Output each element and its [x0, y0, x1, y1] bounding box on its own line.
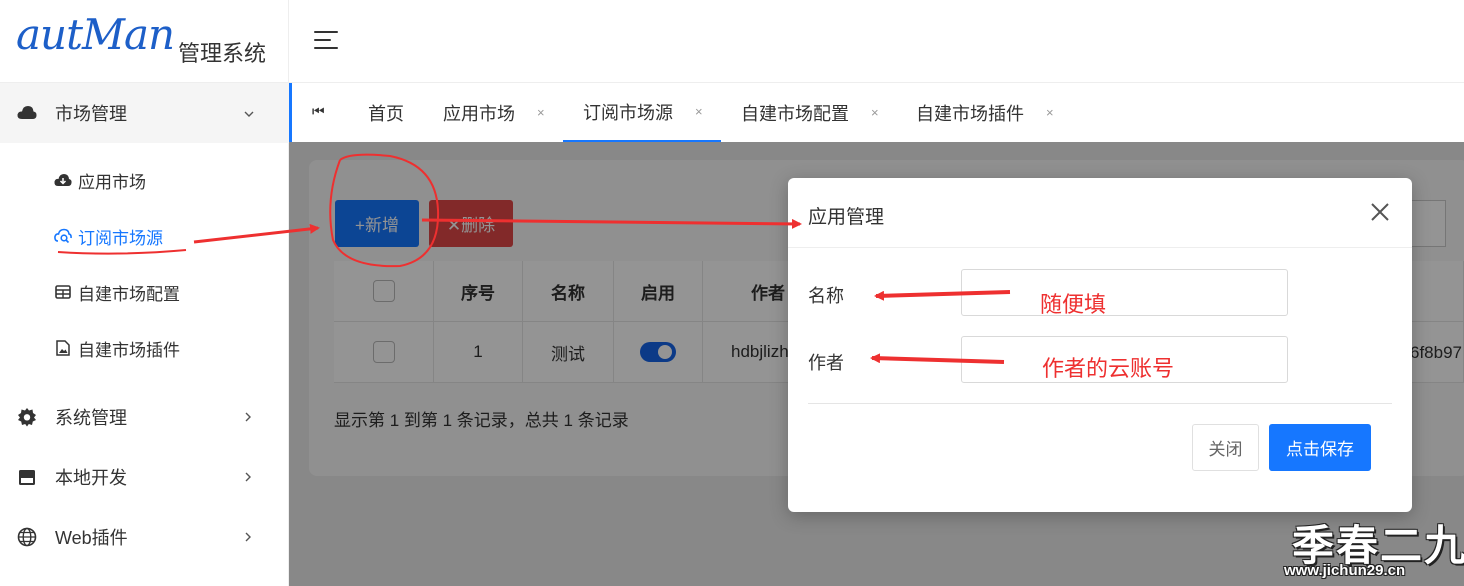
- cloud-search-icon: [54, 227, 72, 245]
- menu-toggle-icon[interactable]: [314, 28, 340, 52]
- chevron-down-icon: [244, 106, 254, 121]
- tab-label: 自建市场配置: [741, 103, 849, 124]
- tab-close-icon[interactable]: ×: [1046, 105, 1054, 120]
- sidebar-item-custom-market-config[interactable]: 自建市场配置: [0, 264, 289, 320]
- sidebar-group-label: 市场管理: [55, 104, 127, 124]
- tab-label: 订阅市场源: [583, 102, 673, 123]
- dialog-header: 应用管理: [788, 178, 1412, 248]
- chevron-right-icon: [244, 410, 252, 425]
- save-button[interactable]: 点击保存: [1269, 424, 1371, 471]
- logo: autMan 管理系统: [0, 0, 289, 83]
- close-icon[interactable]: [1368, 200, 1394, 226]
- globe-icon: [16, 526, 38, 548]
- top-header: [289, 0, 1464, 83]
- tab-bar: ⏮ 首页 应用市场 × 订阅市场源 × 自建市场配置 × 自建市场插件 ×: [289, 83, 1464, 142]
- tab-label: 首页: [368, 103, 404, 124]
- watermark-url: www.jichun29.cn: [1284, 562, 1406, 579]
- table-icon: [54, 283, 72, 301]
- sidebar-item-subscribe-source[interactable]: 订阅市场源: [0, 208, 289, 264]
- sidebar-item-custom-market-plugin[interactable]: 自建市场插件: [0, 320, 289, 376]
- sidebar-item-label: 应用市场: [78, 172, 146, 192]
- sidebar: autMan 管理系统 市场管理 应用市场 订阅市场源 自建市场配置 自建市场插…: [0, 0, 289, 586]
- calendar-icon: [16, 466, 38, 488]
- gear-icon: [16, 406, 38, 428]
- logo-script: autMan: [16, 10, 175, 59]
- cloud-download-icon: [54, 171, 72, 189]
- app-manage-dialog: 应用管理 名称 作者 关闭 点击保存: [788, 178, 1412, 512]
- watermark: 季春二九 www.jichun29.cn: [1284, 512, 1464, 586]
- annotation-note-author: 作者的云账号: [1042, 356, 1175, 381]
- sidebar-group-market[interactable]: 市场管理: [0, 83, 289, 143]
- dialog-divider: [808, 403, 1392, 404]
- sidebar-group-system[interactable]: 系统管理: [0, 387, 289, 447]
- close-button[interactable]: 关闭: [1192, 424, 1259, 471]
- sidebar-item-label: 自建市场配置: [78, 284, 180, 304]
- tab-scroll-first-icon[interactable]: ⏮: [312, 103, 325, 120]
- sidebar-group-label: 本地开发: [55, 468, 127, 488]
- name-field-label: 名称: [808, 286, 844, 306]
- sidebar-group-label: Web插件: [55, 528, 128, 548]
- annotation-note-name: 随便填: [1040, 292, 1107, 317]
- file-image-icon: [54, 339, 72, 357]
- sidebar-item-label: 订阅市场源: [78, 228, 163, 248]
- tab-subscribe-source[interactable]: 订阅市场源 ×: [563, 83, 721, 142]
- tab-close-icon[interactable]: ×: [695, 104, 703, 119]
- tab-close-icon[interactable]: ×: [871, 105, 879, 120]
- chevron-right-icon: [244, 470, 252, 485]
- tab-home[interactable]: 首页: [368, 83, 404, 142]
- chevron-right-icon: [244, 530, 252, 545]
- tab-custom-market-plugin[interactable]: 自建市场插件 ×: [916, 83, 1054, 142]
- tab-app-market[interactable]: 应用市场 ×: [443, 83, 545, 142]
- sidebar-group-label: 系统管理: [55, 408, 127, 428]
- tab-custom-market-config[interactable]: 自建市场配置 ×: [741, 83, 879, 142]
- name-input[interactable]: [961, 269, 1288, 316]
- author-field-label: 作者: [808, 353, 844, 373]
- tab-close-icon[interactable]: ×: [537, 105, 545, 120]
- logo-subtitle: 管理系统: [178, 41, 267, 66]
- tab-label: 自建市场插件: [916, 103, 1024, 124]
- sidebar-item-label: 自建市场插件: [78, 340, 180, 360]
- tab-label: 应用市场: [443, 103, 515, 124]
- sidebar-group-web-plugin[interactable]: Web插件: [0, 507, 289, 567]
- sidebar-group-local-dev[interactable]: 本地开发: [0, 447, 289, 507]
- sidebar-item-app-market[interactable]: 应用市场: [0, 152, 289, 208]
- cloud-icon: [16, 102, 38, 124]
- dialog-title: 应用管理: [808, 207, 885, 228]
